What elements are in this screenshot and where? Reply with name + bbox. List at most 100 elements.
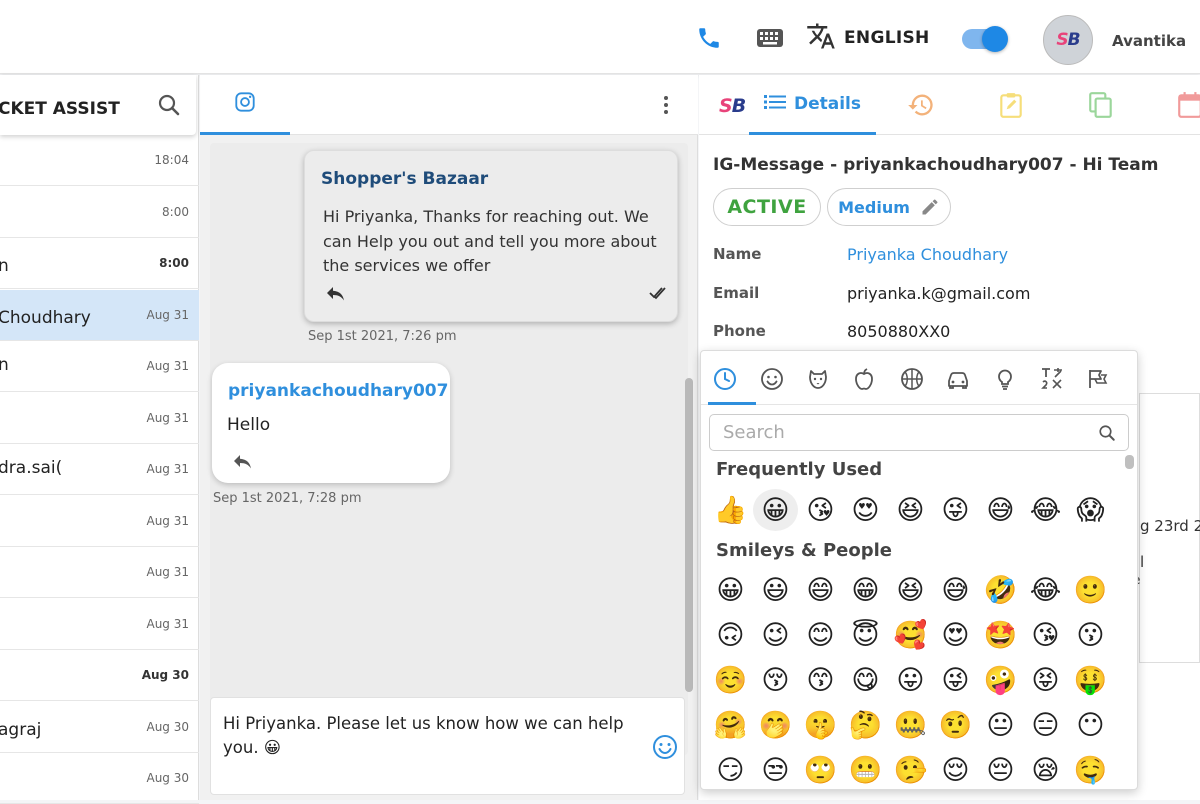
emoji-search-input[interactable]	[710, 415, 1090, 450]
language-selector[interactable]: ENGLISH	[806, 22, 930, 54]
emoji-item[interactable]: 😀	[753, 489, 798, 531]
keyboard-icon[interactable]	[756, 22, 784, 54]
list-item[interactable]: Aug 31	[0, 547, 199, 598]
emoji-item[interactable]: 😬	[843, 749, 888, 789]
lightbulb-icon[interactable]	[992, 366, 1018, 392]
smiley-icon[interactable]	[759, 366, 785, 392]
recent-clock-icon[interactable]	[712, 366, 738, 392]
list-item[interactable]: n Aug 31	[0, 341, 199, 392]
reply-icon[interactable]	[232, 453, 254, 475]
emoji-item[interactable]: 😪	[1023, 749, 1068, 789]
more-options-icon[interactable]	[660, 93, 672, 121]
emoji-item[interactable]: 😅	[933, 569, 978, 611]
emoji-item[interactable]: 😏	[708, 749, 753, 789]
notes-icon[interactable]	[998, 91, 1024, 123]
emoji-item[interactable]: 🤤	[1068, 749, 1113, 789]
emoji-item[interactable]: 🤪	[978, 659, 1023, 701]
emoji-item[interactable]: 😔	[978, 749, 1023, 789]
list-item[interactable]: Aug 30	[0, 753, 199, 804]
emoji-item[interactable]: 😁	[843, 569, 888, 611]
emoji-item[interactable]: 🤩	[978, 614, 1023, 656]
emoji-item[interactable]: 🤑	[1068, 659, 1113, 701]
list-item[interactable]: 8:00	[0, 187, 199, 238]
tab-details[interactable]: Details	[749, 75, 876, 135]
user-name[interactable]: Avantika	[1112, 32, 1186, 50]
name-value[interactable]: Priyanka Choudhary	[847, 245, 1008, 264]
phone-icon[interactable]	[696, 22, 722, 54]
emoji-item[interactable]: 👍	[708, 489, 753, 531]
emoji-item[interactable]: 😅	[978, 489, 1023, 531]
emoji-item[interactable]: 🤔	[843, 704, 888, 746]
pencil-icon[interactable]	[920, 197, 940, 217]
emoji-button-icon[interactable]	[652, 734, 678, 764]
user-avatar[interactable]: SB	[1043, 15, 1093, 65]
list-item[interactable]: n 8:00	[0, 238, 199, 289]
emoji-item[interactable]: 😘	[798, 489, 843, 531]
emoji-item[interactable]: 😑	[1023, 704, 1068, 746]
emoji-item[interactable]: 🤣	[978, 569, 1023, 611]
emoji-item[interactable]: 😃	[753, 569, 798, 611]
picker-scrollbar[interactable]	[1125, 455, 1134, 469]
emoji-item[interactable]: 😱	[1068, 489, 1113, 531]
food-icon[interactable]	[851, 366, 877, 392]
composer-text[interactable]: Hi Priyanka. Please let us know how we c…	[223, 712, 633, 760]
status-toggle[interactable]	[962, 26, 1008, 52]
emoji-item[interactable]: 🤭	[753, 704, 798, 746]
emoji-item[interactable]: 😆	[888, 489, 933, 531]
emoji-item[interactable]: 😊	[798, 614, 843, 656]
emoji-item[interactable]: 🤗	[708, 704, 753, 746]
list-item[interactable]: Aug 31	[0, 496, 199, 547]
symbols-icon[interactable]	[1039, 366, 1065, 392]
tab-instagram[interactable]	[200, 75, 290, 135]
car-icon[interactable]	[945, 366, 971, 392]
emoji-item[interactable]: ☺️	[708, 659, 753, 701]
list-item[interactable]: Aug 30	[0, 650, 199, 701]
emoji-search-box[interactable]	[709, 414, 1129, 451]
emoji-item[interactable]: 🥰	[888, 614, 933, 656]
emoji-item[interactable]: 😇	[843, 614, 888, 656]
calendar-icon[interactable]	[1177, 91, 1200, 123]
emoji-item[interactable]: 😜	[933, 489, 978, 531]
animal-icon[interactable]	[805, 366, 831, 392]
emoji-item[interactable]: 😂	[1023, 569, 1068, 611]
emoji-item[interactable]: 😛	[888, 659, 933, 701]
emoji-item[interactable]: 😒	[753, 749, 798, 789]
emoji-item[interactable]: 😝	[1023, 659, 1068, 701]
activity-ball-icon[interactable]	[899, 366, 925, 392]
emoji-item[interactable]: 😐	[978, 704, 1023, 746]
list-item[interactable]: dra.sai(Aug 31	[0, 444, 199, 495]
emoji-item[interactable]: 😍	[843, 489, 888, 531]
emoji-item[interactable]: 🤐	[888, 704, 933, 746]
emoji-item[interactable]: 😂	[1023, 489, 1068, 531]
list-item[interactable]: Aug 31	[0, 599, 199, 650]
emoji-item[interactable]: 🙃	[708, 614, 753, 656]
emoji-item[interactable]: 😉	[753, 614, 798, 656]
message-composer[interactable]: Hi Priyanka. Please let us know how we c…	[210, 697, 685, 795]
emoji-item[interactable]: 😆	[888, 569, 933, 611]
emoji-item[interactable]: 🙄	[798, 749, 843, 789]
copy-icon[interactable]	[1088, 91, 1114, 123]
emoji-item[interactable]: 😚	[753, 659, 798, 701]
flag-icon[interactable]	[1085, 366, 1111, 392]
emoji-item[interactable]: 🤫	[798, 704, 843, 746]
emoji-item[interactable]: 😋	[843, 659, 888, 701]
status-badge[interactable]: ACTIVE	[713, 188, 821, 226]
emoji-item[interactable]: 😍	[933, 614, 978, 656]
emoji-item[interactable]: 🙂	[1068, 569, 1113, 611]
history-icon[interactable]	[907, 91, 935, 123]
reply-icon[interactable]	[325, 285, 347, 307]
chat-scrollbar[interactable]	[685, 378, 693, 692]
emoji-item[interactable]: 😀	[708, 569, 753, 611]
search-icon[interactable]	[157, 93, 181, 121]
emoji-item[interactable]: 🤨	[933, 704, 978, 746]
emoji-item[interactable]: 😗	[1068, 614, 1113, 656]
emoji-item[interactable]: 🤥	[888, 749, 933, 789]
list-item[interactable]: 18:04	[0, 135, 199, 186]
list-item[interactable]: Aug 31	[0, 393, 199, 444]
emoji-item[interactable]: 😌	[933, 749, 978, 789]
emoji-item[interactable]: 😄	[798, 569, 843, 611]
list-item[interactable]: Choudhary Aug 31	[0, 289, 199, 341]
list-item[interactable]: agraj Aug 30	[0, 702, 199, 753]
priority-badge[interactable]: Medium	[827, 188, 951, 226]
emoji-item[interactable]: 😜	[933, 659, 978, 701]
